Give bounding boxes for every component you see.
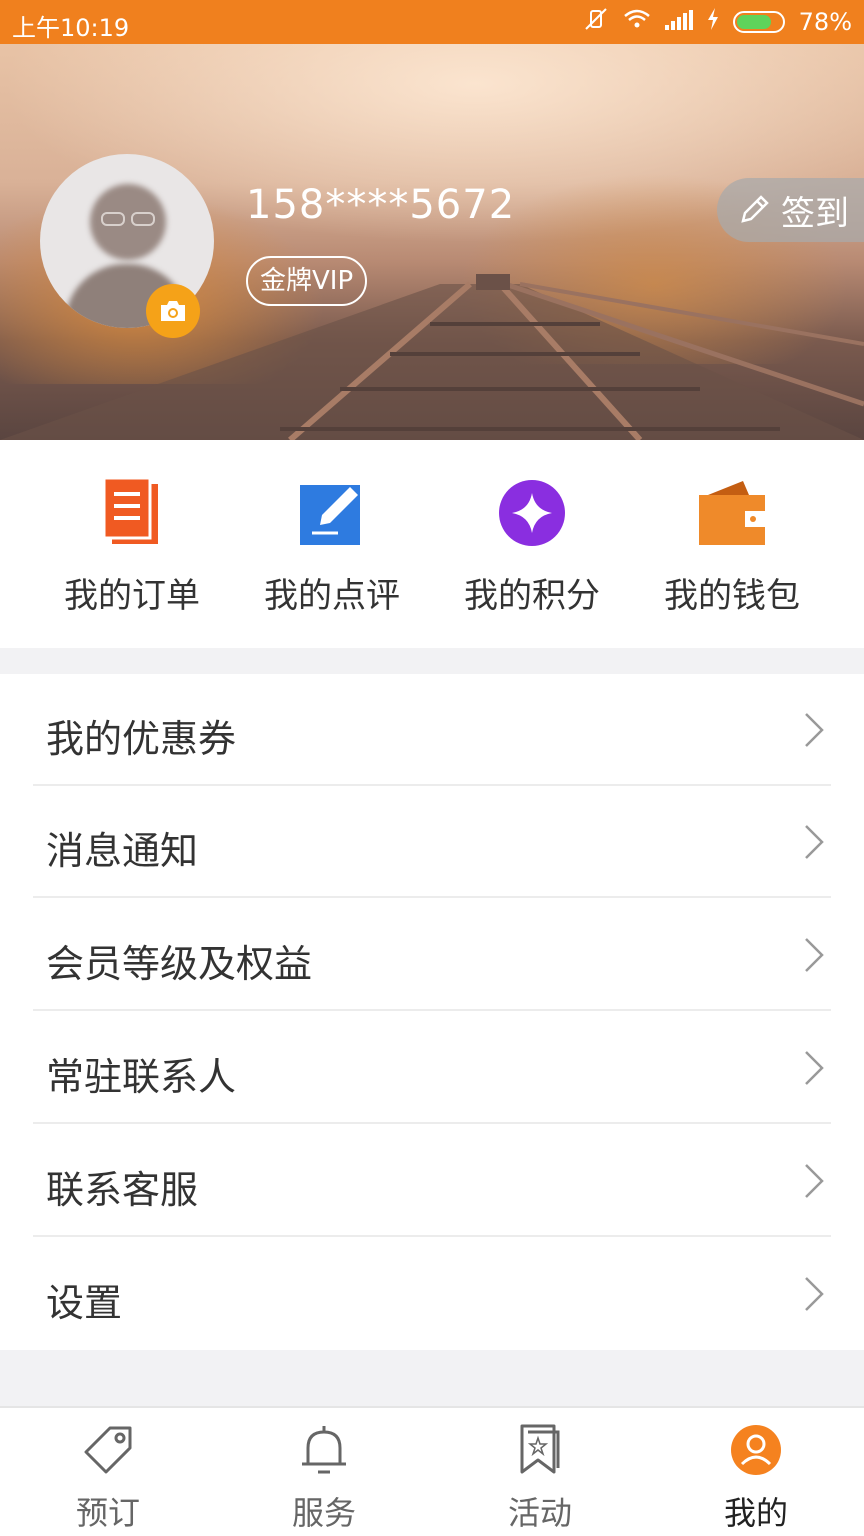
divider: [33, 1122, 831, 1124]
menu-item-label: 会员等级及权益: [46, 942, 313, 986]
signin-button[interactable]: 签到: [717, 178, 864, 242]
divider: [33, 896, 831, 898]
nav-tab-label: 活动: [507, 1494, 572, 1532]
menu-item-notifications[interactable]: 消息通知: [0, 786, 864, 898]
chevron-right-icon: [805, 713, 824, 747]
quick-action-reviews[interactable]: 我的点评: [224, 440, 440, 648]
nav-tab-label: 我的: [723, 1494, 788, 1532]
user-icon: [730, 1424, 782, 1476]
camera-button[interactable]: [146, 284, 200, 338]
wallet-icon: [690, 476, 774, 550]
status-time: 上午10:19: [12, 14, 130, 42]
wifi-icon: [623, 8, 651, 36]
nav-tab-service[interactable]: 服务: [216, 1408, 432, 1536]
chevron-right-icon: [805, 825, 824, 859]
bottom-nav: 预订 服务 活动 我的: [0, 1406, 864, 1536]
chevron-right-icon: [805, 938, 824, 972]
quick-action-points[interactable]: 我的积分: [424, 440, 640, 648]
vip-badge[interactable]: 金牌VIP: [246, 256, 368, 306]
menu-item-customer-service[interactable]: 联系客服: [0, 1125, 864, 1237]
status-icons: 78%: [583, 7, 852, 37]
quick-action-label: 我的积分: [464, 576, 600, 616]
chevron-right-icon: [805, 1164, 824, 1198]
nav-tab-label: 预订: [75, 1494, 140, 1532]
menu-list: 我的优惠券 消息通知 会员等级及权益 常驻联系人 联系客服 设置: [0, 674, 864, 1350]
edit-review-icon: [290, 476, 374, 550]
quick-action-label: 我的订单: [64, 576, 200, 616]
charging-icon: [707, 8, 719, 36]
quick-action-wallet[interactable]: 我的钱包: [624, 440, 840, 648]
pencil-icon: [741, 195, 769, 223]
menu-item-label: 联系客服: [46, 1168, 199, 1212]
menu-item-label: 消息通知: [46, 829, 199, 873]
divider: [33, 1235, 831, 1237]
menu-item-label: 我的优惠券: [46, 717, 237, 761]
bell-icon: [298, 1424, 350, 1476]
menu-item-contacts[interactable]: 常驻联系人: [0, 1012, 864, 1124]
chevron-right-icon: [805, 1277, 824, 1311]
battery-percent: 78%: [798, 8, 852, 36]
menu-item-label: 设置: [46, 1281, 123, 1325]
orders-icon: [90, 476, 174, 550]
menu-item-settings[interactable]: 设置: [0, 1238, 864, 1350]
bookmark-star-icon: [514, 1424, 566, 1476]
nav-tab-label: 服务: [291, 1494, 356, 1532]
divider: [33, 1009, 831, 1011]
menu-item-membership[interactable]: 会员等级及权益: [0, 899, 864, 1011]
nav-tab-mine[interactable]: 我的: [648, 1408, 864, 1536]
menu-item-coupons[interactable]: 我的优惠券: [0, 674, 864, 786]
vibrate-off-icon: [583, 7, 609, 37]
star-points-icon: [490, 476, 574, 550]
tag-icon: [82, 1424, 134, 1476]
chevron-right-icon: [805, 1051, 824, 1085]
quick-action-label: 我的钱包: [664, 576, 800, 616]
quick-action-orders[interactable]: 我的订单: [24, 440, 240, 648]
avatar-glasses: [101, 212, 155, 226]
menu-item-label: 常驻联系人: [46, 1055, 237, 1099]
profile-header: 158****5672 金牌VIP 签到: [0, 44, 864, 440]
quick-actions: 我的订单 我的点评 我的积分 我的钱包: [0, 440, 864, 648]
status-bar: 上午10:19 78%: [0, 0, 864, 44]
nav-tab-booking[interactable]: 预订: [0, 1408, 216, 1536]
battery-icon: [732, 11, 785, 33]
user-phone: 158****5672: [246, 182, 516, 228]
signin-label: 签到: [781, 193, 849, 234]
camera-icon: [161, 301, 185, 321]
quick-action-label: 我的点评: [264, 576, 400, 616]
nav-tab-activities[interactable]: 活动: [432, 1408, 648, 1536]
signal-icon: [664, 8, 693, 36]
